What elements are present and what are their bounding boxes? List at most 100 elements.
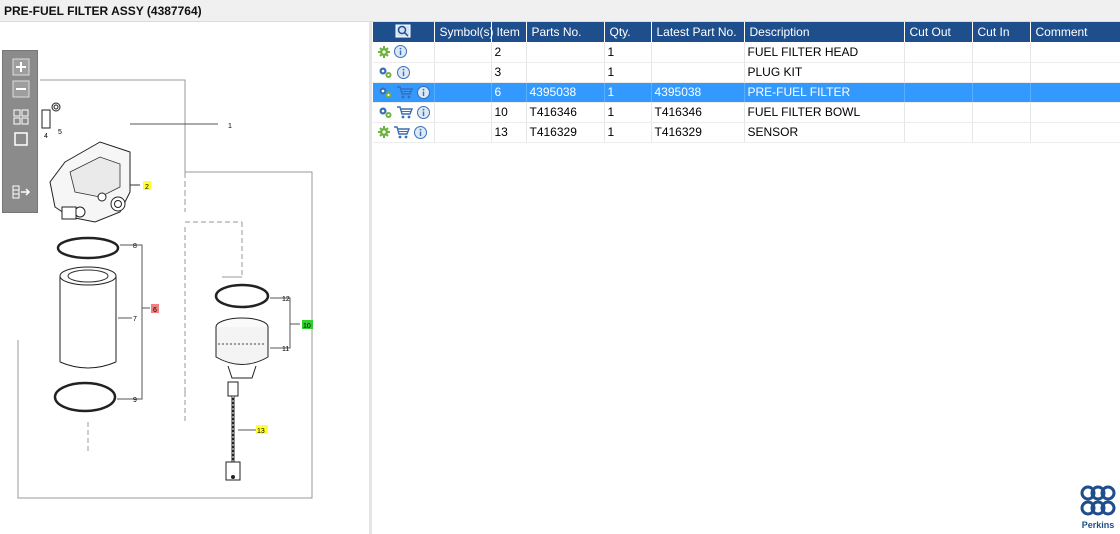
cell-comment — [1030, 82, 1120, 103]
column-header-latest-part-no[interactable]: Latest Part No. — [651, 22, 745, 42]
table-row[interactable]: 3 1 PLUG KIT — [373, 62, 1120, 83]
cell-qty: 1 — [604, 42, 652, 63]
callout-2[interactable]: 2 — [145, 184, 149, 191]
callout-12[interactable]: 12 — [282, 296, 290, 303]
cell-item: 2 — [491, 42, 527, 63]
filter-head-part[interactable] — [49, 123, 218, 223]
diagram-pane[interactable]: 1 2 4 5 6 7 8 9 10 11 12 13 — [0, 22, 369, 534]
cell-item: 10 — [491, 102, 527, 123]
parts-grid: Symbol(s) Item Parts No. Qty. Latest Par… — [373, 22, 1120, 143]
diagram-toolbox — [2, 50, 38, 213]
toggle-panel-icon[interactable] — [11, 182, 31, 202]
cell-latest-part-no: T416329 — [651, 122, 745, 143]
gear-green-icon[interactable] — [378, 126, 390, 138]
fit-window-icon[interactable] — [11, 129, 31, 149]
gear-green-icon[interactable] — [378, 45, 390, 58]
table-row[interactable]: 10 T416346 1 T416346 FUEL FILTER BOWL — [373, 102, 1120, 123]
search-icon[interactable] — [395, 24, 411, 38]
table-row[interactable]: 2 1 FUEL FILTER HEAD — [373, 42, 1120, 63]
callout-9[interactable]: 9 — [133, 397, 137, 404]
o-ring-bowl-part[interactable] — [214, 283, 270, 309]
callout-1[interactable]: 1 — [228, 123, 232, 130]
column-header-comment[interactable]: Comment — [1030, 22, 1120, 42]
cell-description: FUEL FILTER BOWL — [744, 102, 905, 123]
cell-cut-in — [972, 82, 1031, 103]
cell-part-no — [526, 42, 605, 63]
filter-bowl-part[interactable] — [215, 317, 280, 379]
cell-item: 6 — [491, 82, 527, 103]
row-icons — [373, 122, 435, 143]
fit-all-icon[interactable] — [11, 107, 31, 127]
cell-part-no — [526, 62, 605, 83]
cell-qty: 1 — [604, 82, 652, 103]
zoom-in-icon[interactable] — [11, 57, 31, 77]
cell-cut-out — [904, 82, 973, 103]
cell-qty: 1 — [604, 122, 652, 143]
column-header-cut-out[interactable]: Cut Out — [904, 22, 973, 42]
row-icons — [373, 62, 435, 83]
column-header-description[interactable]: Description — [744, 22, 905, 42]
o-ring-bottom-part[interactable] — [53, 381, 117, 413]
cell-item: 3 — [491, 62, 527, 83]
table-header: Symbol(s) Item Parts No. Qty. Latest Par… — [373, 22, 1120, 42]
gears-icon[interactable] — [378, 86, 393, 99]
cell-qty: 1 — [604, 102, 652, 123]
table-row[interactable]: 13 T416329 1 T416329 SENSOR — [373, 122, 1120, 143]
info-icon[interactable] — [417, 105, 430, 119]
cell-comment — [1030, 102, 1120, 123]
cell-symbols — [434, 42, 492, 63]
column-header-search[interactable] — [373, 22, 435, 42]
cell-latest-part-no: T416346 — [651, 102, 745, 123]
cell-symbols — [434, 102, 492, 123]
sensor-part[interactable] — [225, 381, 256, 481]
cart-icon[interactable] — [397, 85, 413, 99]
cell-part-no: T416329 — [526, 122, 605, 143]
page-title: PRE-FUEL FILTER ASSY (4387764) — [4, 4, 202, 18]
bolt-part[interactable] — [41, 102, 61, 129]
column-header-symbols[interactable]: Symbol(s) — [434, 22, 494, 42]
callout-5[interactable]: 5 — [58, 129, 62, 136]
info-icon[interactable] — [397, 65, 410, 79]
cell-latest-part-no: 4395038 — [651, 82, 745, 103]
cell-description: PRE-FUEL FILTER — [744, 82, 905, 103]
gears-icon[interactable] — [378, 66, 393, 79]
title-bar: PRE-FUEL FILTER ASSY (4387764) — [0, 0, 1120, 22]
info-icon[interactable] — [414, 125, 427, 139]
column-header-parts-no[interactable]: Parts No. — [526, 22, 605, 42]
cell-comment — [1030, 62, 1120, 83]
cell-latest-part-no — [651, 62, 745, 83]
callout-8[interactable]: 8 — [133, 243, 137, 250]
info-icon[interactable] — [417, 85, 430, 99]
row-icons — [373, 82, 435, 103]
column-header-cut-in[interactable]: Cut In — [972, 22, 1031, 42]
filter-element-part[interactable] — [59, 266, 132, 369]
exploded-diagram[interactable]: 1 2 4 5 6 7 8 9 10 11 12 13 — [0, 22, 369, 534]
cell-cut-in — [972, 42, 1031, 63]
cart-icon[interactable] — [397, 105, 413, 119]
cart-icon[interactable] — [394, 125, 410, 139]
gears-icon[interactable] — [378, 106, 393, 119]
cell-cut-in — [972, 122, 1031, 143]
column-header-qty[interactable]: Qty. — [604, 22, 652, 42]
cell-cut-out — [904, 102, 973, 123]
logo-text: Perkins — [1081, 520, 1115, 530]
row-icons — [373, 102, 435, 123]
callout-13[interactable]: 13 — [257, 428, 265, 435]
info-icon[interactable] — [394, 45, 407, 59]
cell-qty: 1 — [604, 62, 652, 83]
row-icons — [373, 42, 435, 63]
cell-description: PLUG KIT — [744, 62, 905, 83]
cell-cut-out — [904, 42, 973, 63]
cell-latest-part-no — [651, 42, 745, 63]
table-row[interactable]: 6 4395038 1 4395038 PRE-FUEL FILTER — [373, 82, 1120, 103]
callout-4[interactable]: 4 — [44, 133, 48, 140]
column-header-item[interactable]: Item — [491, 22, 527, 42]
callout-7[interactable]: 7 — [133, 316, 137, 323]
pane-splitter[interactable] — [369, 22, 372, 534]
zoom-out-icon[interactable] — [11, 79, 31, 99]
callout-11[interactable]: 11 — [282, 346, 289, 353]
cell-part-no: T416346 — [526, 102, 605, 123]
o-ring-top-part[interactable] — [56, 236, 120, 260]
callout-6[interactable]: 6 — [153, 307, 157, 314]
callout-10[interactable]: 10 — [303, 323, 311, 330]
